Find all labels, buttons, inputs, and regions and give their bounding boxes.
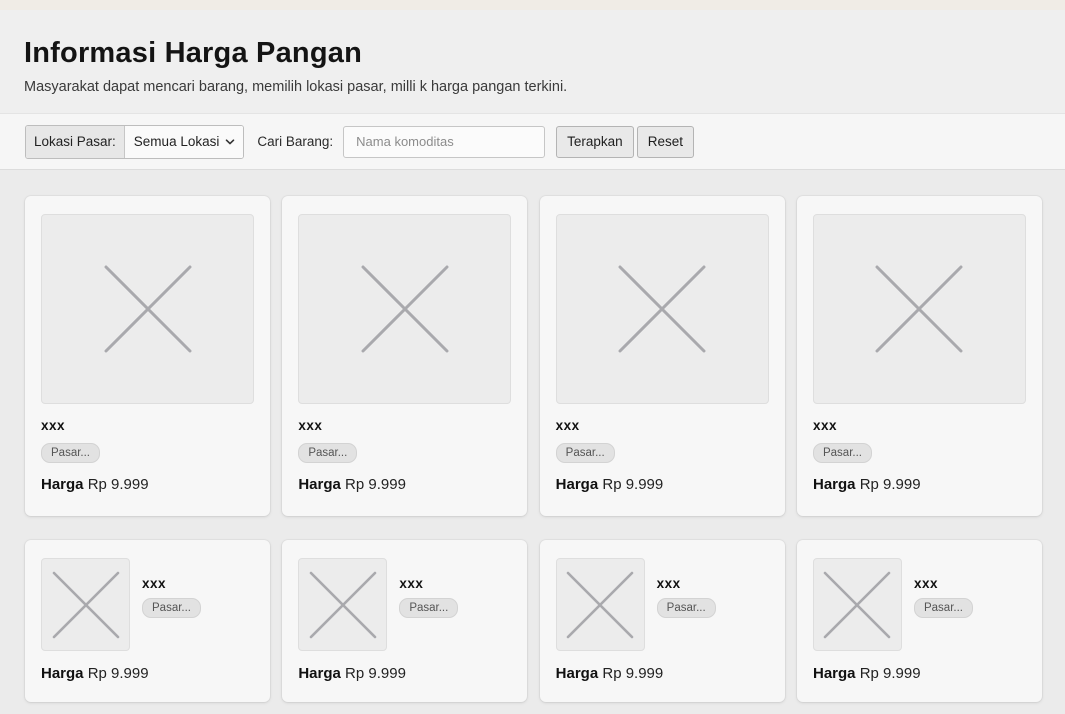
market-badge: Pasar...	[399, 598, 459, 618]
product-image	[812, 558, 902, 651]
price-value: Rp 9.999	[602, 476, 664, 493]
price-value: Rp 9.999	[602, 665, 664, 682]
product-card-compact[interactable]: xxx Pasar... Harga Rp 9.999	[25, 540, 270, 702]
location-select-value: Semua Lokasi	[133, 134, 220, 149]
market-badge: Pasar...	[555, 443, 615, 463]
product-grid: xxx Pasar... Harga Rp 9.999 xxx Pasar...…	[25, 196, 1042, 702]
page: Informasi Harga Pangan Masyarakat dapat …	[0, 0, 1065, 714]
product-name: xxx	[298, 418, 323, 433]
image-placeholder-icon	[566, 571, 634, 638]
product-image	[41, 558, 130, 651]
product-card-compact[interactable]: xxx Pasar... Harga Rp 9.999	[282, 540, 528, 702]
price-label: Harga	[298, 665, 341, 682]
price-value: Rp 9.999	[345, 665, 406, 682]
image-placeholder-icon	[618, 265, 706, 353]
reset-button[interactable]: Reset	[636, 125, 694, 158]
search-label: Cari Barang:	[257, 134, 334, 149]
search-input[interactable]	[343, 125, 546, 158]
product-row-small: xxx Pasar... Harga Rp 9.999 xxx Pasar...…	[25, 516, 1042, 702]
price-value: Rp 9.999	[87, 476, 149, 493]
market-badge: Pasar...	[812, 443, 872, 463]
filter-toolbar: Lokasi Pasar: Semua Lokasi Cari Barang: …	[0, 114, 1065, 170]
product-name: xxx	[656, 576, 681, 591]
location-select[interactable]: Semua Lokasi	[124, 125, 244, 158]
price-value: Rp 9.999	[859, 476, 921, 493]
image-placeholder-icon	[875, 265, 963, 353]
compact-card-top: xxx Pasar...	[555, 558, 769, 651]
product-row-large: xxx Pasar... Harga Rp 9.999 xxx Pasar...…	[25, 196, 1042, 516]
image-placeholder-icon	[361, 265, 449, 353]
chevron-down-icon	[226, 138, 235, 144]
image-placeholder-icon	[824, 571, 891, 638]
location-label: Lokasi Pasar:	[26, 125, 125, 158]
market-badge: Pasar...	[142, 598, 201, 618]
product-image	[41, 214, 254, 404]
price-label: Harga	[41, 665, 84, 682]
price-label: Harga	[812, 665, 856, 682]
product-price: Harga Rp 9.999	[298, 665, 511, 682]
product-name: xxx	[555, 418, 580, 433]
page-title: Informasi Harga Pangan	[24, 37, 362, 69]
product-name: xxx	[142, 576, 167, 591]
product-image	[555, 558, 645, 651]
product-price: Harga Rp 9.999	[298, 476, 511, 493]
compact-card-meta: xxx Pasar...	[399, 558, 459, 618]
product-name: xxx	[812, 418, 838, 433]
header: Informasi Harga Pangan Masyarakat dapat …	[0, 10, 1065, 114]
product-price: Harga Rp 9.999	[556, 665, 769, 682]
product-image	[298, 558, 388, 651]
price-label: Harga	[812, 476, 856, 493]
price-value: Rp 9.999	[87, 665, 149, 682]
product-card-compact[interactable]: xxx Pasar... Harga Rp 9.999	[539, 540, 785, 702]
compact-card-top: xxx Pasar...	[298, 558, 511, 651]
product-price: Harga Rp 9.999	[41, 476, 254, 493]
product-price: Harga Rp 9.999	[813, 476, 1026, 493]
top-strip	[0, 0, 1065, 10]
price-label: Harga	[555, 665, 599, 682]
price-value: Rp 9.999	[345, 476, 406, 493]
product-image	[812, 214, 1026, 404]
product-card[interactable]: xxx Pasar... Harga Rp 9.999	[25, 196, 270, 516]
location-filter: Lokasi Pasar: Semua Lokasi	[25, 124, 245, 159]
price-label: Harga	[41, 476, 84, 493]
price-label: Harga	[298, 476, 341, 493]
compact-card-meta: xxx Pasar...	[913, 558, 973, 618]
product-image	[298, 214, 512, 404]
product-image	[555, 214, 769, 404]
price-value: Rp 9.999	[859, 665, 921, 682]
product-card-compact[interactable]: xxx Pasar... Harga Rp 9.999	[796, 540, 1042, 702]
product-price: Harga Rp 9.999	[813, 665, 1026, 682]
compact-card-meta: xxx Pasar...	[142, 558, 201, 618]
compact-card-top: xxx Pasar...	[812, 558, 1026, 651]
product-name: xxx	[913, 576, 939, 591]
market-badge: Pasar...	[656, 598, 716, 618]
product-name: xxx	[41, 418, 66, 433]
compact-card-meta: xxx Pasar...	[656, 558, 716, 618]
product-card[interactable]: xxx Pasar... Harga Rp 9.999	[539, 196, 785, 516]
image-placeholder-icon	[309, 571, 377, 638]
compact-card-top: xxx Pasar...	[41, 558, 254, 651]
product-price: Harga Rp 9.999	[41, 665, 254, 682]
product-card[interactable]: xxx Pasar... Harga Rp 9.999	[282, 196, 528, 516]
product-price: Harga Rp 9.999	[556, 476, 769, 493]
image-placeholder-icon	[104, 265, 191, 353]
price-label: Harga	[555, 476, 599, 493]
product-name: xxx	[399, 576, 424, 591]
apply-button[interactable]: Terapkan	[556, 125, 634, 158]
image-placeholder-icon	[52, 571, 119, 638]
page-subtitle: Masyarakat dapat mencari barang, memilih…	[24, 79, 568, 95]
market-badge: Pasar...	[41, 443, 100, 463]
market-badge: Pasar...	[298, 443, 358, 463]
market-badge: Pasar...	[913, 598, 973, 618]
product-card[interactable]: xxx Pasar... Harga Rp 9.999	[796, 196, 1042, 516]
